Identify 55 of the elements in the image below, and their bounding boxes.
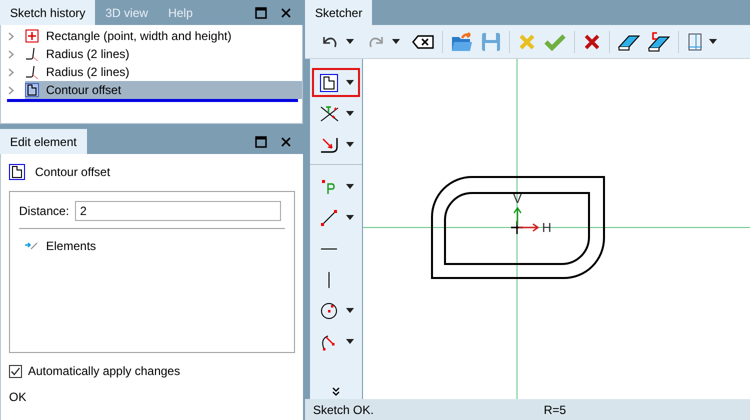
caret-icon[interactable] xyxy=(392,39,400,44)
status-reading: R=5 xyxy=(544,403,566,417)
caret-icon[interactable] xyxy=(346,142,354,147)
panel-title: Edit element xyxy=(0,129,87,154)
checkmark-icon[interactable] xyxy=(544,32,566,50)
offset-icon xyxy=(9,164,25,180)
offset-icon xyxy=(25,83,39,97)
maximize-icon[interactable] xyxy=(255,6,267,18)
history-item[interactable]: Rectangle (point, width and height) xyxy=(25,27,236,45)
fillet-icon xyxy=(320,136,340,154)
panel-icon[interactable] xyxy=(687,32,703,50)
history-item[interactable]: Radius (2 lines) xyxy=(25,45,134,63)
origin-icon xyxy=(510,220,524,235)
checkbox-label: Automatically apply changes xyxy=(28,364,180,378)
circle-icon xyxy=(320,302,338,320)
trim-icon xyxy=(320,104,340,122)
maximize-icon[interactable] xyxy=(255,136,267,148)
caret-icon[interactable] xyxy=(346,80,354,85)
folder-icon[interactable] xyxy=(451,32,473,52)
arrow-right-icon xyxy=(518,223,540,232)
element-name: Contour offset xyxy=(35,165,110,179)
caret-icon[interactable] xyxy=(346,215,354,220)
field-label: Distance: xyxy=(19,204,70,218)
rectangle-icon xyxy=(25,29,39,43)
pointer-icon xyxy=(24,241,38,251)
offset-icon xyxy=(320,74,338,92)
radius-icon xyxy=(25,65,39,79)
caret-icon[interactable] xyxy=(346,184,354,189)
vertical-line-icon xyxy=(328,270,330,288)
horizontal-line-icon xyxy=(320,248,338,250)
caret-icon[interactable] xyxy=(346,308,354,313)
eraser-icon[interactable] xyxy=(618,32,640,50)
distance-field[interactable]: 2 xyxy=(75,201,282,221)
panel-tab[interactable]: Sketcher xyxy=(305,0,372,25)
elements-label: Elements xyxy=(46,239,96,253)
panel-tab[interactable]: Sketch history xyxy=(0,0,96,25)
close-icon[interactable] xyxy=(281,136,291,146)
caret-icon[interactable] xyxy=(346,339,354,344)
close-icon[interactable] xyxy=(281,8,291,18)
status-message: Sketch OK. xyxy=(313,403,374,417)
history-item[interactable]: Contour offset xyxy=(25,81,302,99)
ok-button[interactable]: OK xyxy=(9,390,26,404)
radius-icon xyxy=(25,47,39,61)
caret-icon[interactable] xyxy=(346,39,354,44)
arrow-up-icon xyxy=(513,206,522,226)
eraser-icon[interactable] xyxy=(648,32,670,52)
caret-icon[interactable] xyxy=(346,111,354,116)
backspace-icon[interactable] xyxy=(412,34,434,48)
close-icon[interactable] xyxy=(583,32,601,50)
checkbox[interactable] xyxy=(9,364,22,378)
tool-button[interactable] xyxy=(312,68,360,97)
chevron-down-icon[interactable] xyxy=(332,387,340,396)
line-icon xyxy=(320,208,338,226)
caret-icon[interactable] xyxy=(709,39,717,44)
history-item[interactable]: Radius (2 lines) xyxy=(25,63,134,81)
